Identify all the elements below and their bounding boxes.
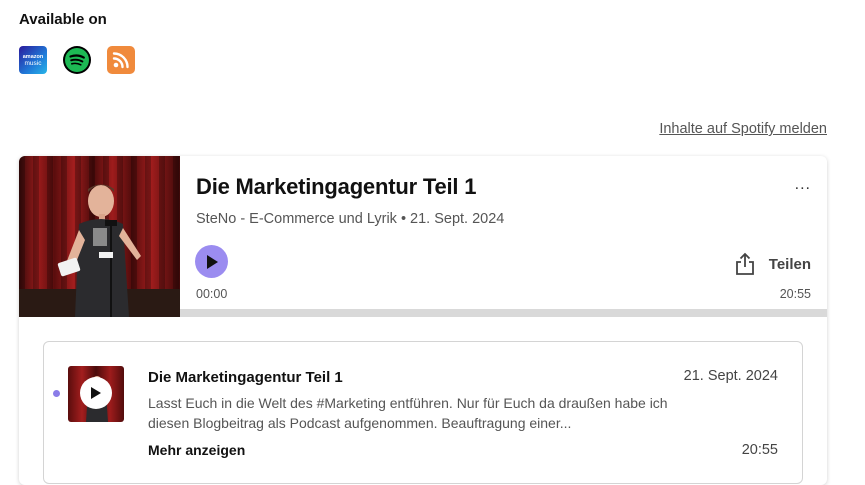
- play-icon: [206, 254, 218, 269]
- episode-list-item[interactable]: Die Marketingagentur Teil 1 21. Sept. 20…: [43, 341, 803, 484]
- more-options-icon[interactable]: ...: [795, 177, 811, 193]
- show-more-link[interactable]: Mehr anzeigen: [148, 442, 245, 458]
- music-logo-text: music: [24, 59, 42, 67]
- play-button[interactable]: [195, 245, 228, 278]
- current-time: 00:00: [196, 287, 228, 301]
- play-icon: [91, 387, 101, 399]
- total-time: 20:55: [779, 287, 811, 301]
- episode-thumbnail[interactable]: [68, 366, 124, 422]
- thumbnail-play-button[interactable]: [80, 377, 112, 409]
- rss-icon[interactable]: [107, 46, 135, 74]
- list-episode-date: 21. Sept. 2024: [683, 368, 778, 384]
- share-label: Teilen: [768, 255, 811, 273]
- list-episode-title[interactable]: Die Marketingagentur Teil 1: [148, 369, 343, 386]
- list-episode-duration: 20:55: [741, 442, 778, 458]
- share-button[interactable]: Teilen: [735, 252, 811, 276]
- episode-title: Die Marketingagentur Teil 1: [196, 174, 477, 199]
- progress-bar[interactable]: [180, 309, 827, 317]
- episode-cover-image: [19, 156, 180, 317]
- amazon-music-icon[interactable]: amazon music: [19, 46, 47, 74]
- episode-player-card: Die Marketingagentur Teil 1 ... SteNo - …: [19, 156, 827, 485]
- share-icon: [735, 252, 754, 275]
- spotify-icon[interactable]: [63, 46, 91, 74]
- unplayed-indicator: [53, 390, 60, 397]
- list-episode-description: Lasst Euch in die Welt des #Marketing en…: [148, 395, 668, 431]
- episode-meta: SteNo - E-Commerce und Lyrik • 21. Sept.…: [196, 211, 505, 227]
- available-on-heading: Available on: [19, 11, 107, 28]
- report-content-link[interactable]: Inhalte auf Spotify melden: [659, 121, 827, 137]
- platform-links: amazon music: [19, 46, 135, 74]
